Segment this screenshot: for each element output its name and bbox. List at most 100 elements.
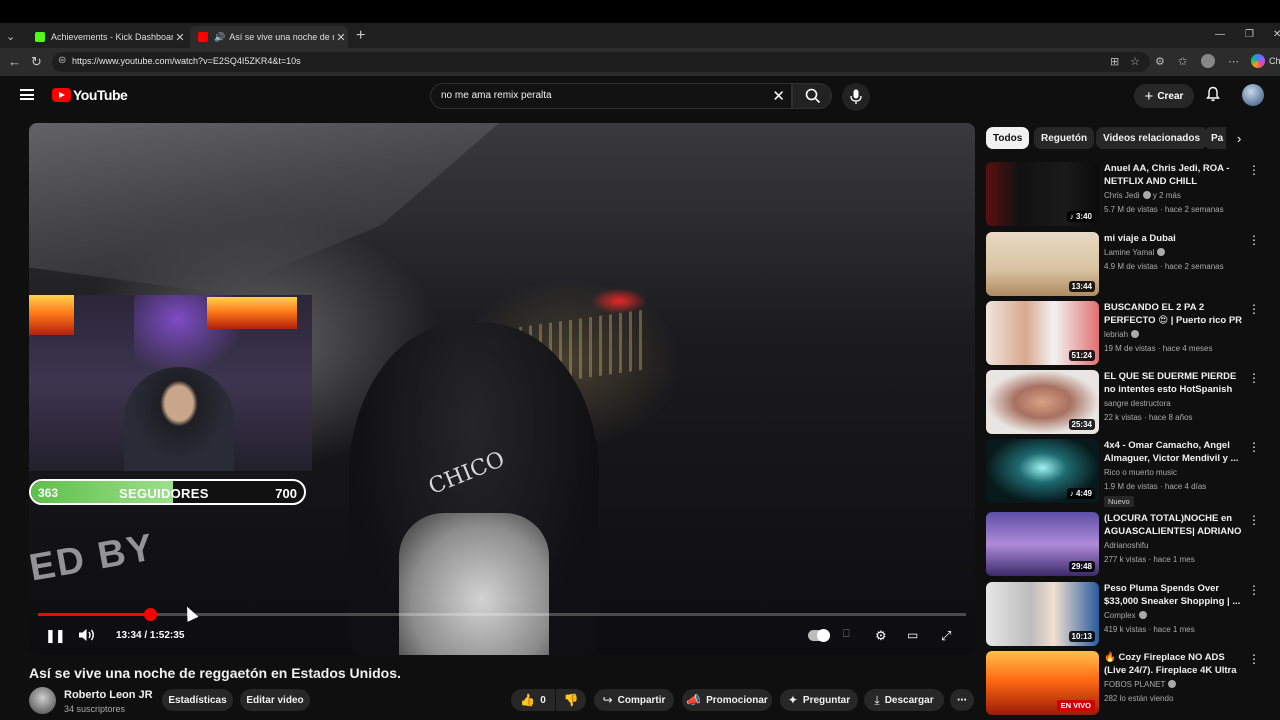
edit-video-button[interactable]: Editar video (240, 689, 310, 711)
chip-regueton[interactable]: Reguetón (1034, 127, 1095, 149)
subtitles-icon[interactable]: ⎕ (843, 628, 850, 641)
video-thumbnail[interactable]: 51:24 (986, 301, 1099, 365)
new-badge: Nuevo (1104, 496, 1134, 507)
share-label: Compartir (617, 694, 666, 706)
account-avatar[interactable] (1242, 84, 1264, 106)
volume-icon[interactable] (78, 628, 96, 642)
search-input[interactable]: no me ama remix peralta ✕ (430, 83, 792, 109)
recommendation-item[interactable]: ♪ 3:40 Anuel AA, Chris Jedi, ROA - NETFL… (986, 162, 1266, 226)
verified-icon (1138, 611, 1147, 619)
follower-goal-bar: 363 SEGUIDORES 700 (29, 479, 306, 505)
voice-search-button[interactable] (842, 83, 870, 111)
settings-gear-icon[interactable]: ⚙ (875, 628, 887, 644)
youtube-play-icon (52, 88, 71, 102)
download-button[interactable]: ⤓ Descargar (864, 689, 944, 711)
recommendation-item[interactable]: 13:44 mi viaje a Dubai Lamine Yamal 4.9 … (986, 232, 1266, 296)
rec-meta: 277 k vistas · hace 1 mes (1104, 555, 1195, 564)
video-thumbnail[interactable]: ♪ 4:49 (986, 439, 1099, 503)
share-button[interactable]: ↪ Compartir (594, 689, 674, 711)
video-thumbnail[interactable]: 13:44 (986, 232, 1099, 296)
channel-avatar[interactable] (29, 687, 56, 714)
recommendation-item[interactable]: EN VIVO 🔥 Cozy Fireplace NO ADS (Live 24… (986, 651, 1266, 715)
chevron-right-icon[interactable]: › (1237, 131, 1241, 146)
video-thumbnail[interactable]: 29:48 (986, 512, 1099, 576)
scrubber-handle[interactable] (144, 608, 158, 621)
extensions-icon[interactable]: ⚙ (1155, 55, 1165, 68)
more-vertical-icon[interactable]: ⋮ (1248, 653, 1260, 665)
more-vertical-icon[interactable]: ⋮ (1248, 164, 1260, 176)
more-vertical-icon[interactable]: ⋮ (1248, 584, 1260, 596)
fullscreen-icon[interactable]: ⤢ (941, 628, 951, 644)
rec-channel: sangre destructora (1104, 399, 1171, 408)
tab-youtube-video[interactable]: 🔊 Así se vive una noche de regg ✕ (190, 26, 348, 48)
close-tab-icon[interactable]: ✕ (173, 31, 187, 44)
rec-title: (LOCURA TOTAL)NOCHE en AGUASCALIENTES| A… (1104, 513, 1242, 537)
copilot-icon[interactable] (1251, 54, 1265, 68)
chip-todos[interactable]: Todos (986, 127, 1030, 149)
audio-icon[interactable]: 🔊 (214, 32, 225, 43)
more-menu-icon[interactable]: ⋯ (1228, 55, 1239, 68)
video-overlay-text: ED BY (29, 526, 158, 590)
chip-partial[interactable]: Pa (1204, 127, 1226, 149)
progress-bar[interactable] (38, 608, 966, 621)
verified-icon (1157, 248, 1166, 256)
chip-related[interactable]: Videos relacionados (1096, 127, 1208, 149)
recommendation-item[interactable]: 10:13 Peso Pluma Spends Over $33,000 Sne… (986, 582, 1266, 646)
ask-button[interactable]: ✦ Preguntar (780, 689, 858, 711)
channel-name[interactable]: Roberto Leon JR (64, 689, 153, 701)
pause-icon[interactable]: ❚❚ (45, 628, 66, 644)
video-player[interactable]: CHICO ED BY 363 SEGUIDORES 700 ❚❚ 13:34 … (29, 123, 975, 655)
tab-label: Achievements - Kick Dashboard (51, 32, 173, 42)
youtube-logo[interactable]: YouTube (52, 87, 128, 103)
more-vertical-icon[interactable]: ⋮ (1248, 303, 1260, 315)
site-info-icon[interactable]: ⊜ (58, 55, 66, 66)
tab-list-icon[interactable]: ⌄ (6, 30, 22, 44)
filter-chips: Todos Reguetón Videos relacionados Pa (986, 127, 1256, 149)
promote-button[interactable]: 📣 Promocionar (682, 689, 772, 711)
url-field[interactable]: ⊜ https://www.youtube.com/watch?v=E2SQ4I… (52, 52, 1150, 72)
tab-kick-dashboard[interactable]: Achievements - Kick Dashboard ✕ (27, 26, 187, 48)
reload-icon[interactable]: ↻ (31, 54, 42, 70)
time-display: 13:34 / 1:52:35 (116, 630, 185, 641)
window-topbar (0, 0, 1280, 23)
theater-mode-icon[interactable]: ▭ (907, 628, 918, 642)
video-frame-ceiling (29, 123, 499, 293)
video-thumbnail[interactable]: EN VIVO (986, 651, 1099, 715)
more-vertical-icon[interactable]: ⋮ (1248, 441, 1260, 453)
megaphone-icon: 📣 (686, 693, 702, 707)
autoplay-toggle[interactable] (808, 629, 830, 642)
app-available-icon[interactable]: ⊞ (1110, 55, 1119, 68)
more-actions-button[interactable]: ⋯ (950, 689, 974, 711)
new-tab-icon[interactable]: + (356, 27, 365, 45)
clear-search-icon[interactable]: ✕ (772, 87, 785, 105)
restore-icon[interactable]: ❐ (1245, 29, 1254, 40)
video-thumbnail[interactable]: 10:13 (986, 582, 1099, 646)
menu-icon[interactable] (20, 89, 34, 100)
video-thumbnail[interactable]: ♪ 3:40 (986, 162, 1099, 226)
follower-goal: 700 (275, 486, 297, 501)
recommendation-item[interactable]: 51:24 BUSCANDO EL 2 PA 2 PERFECTO 😍 | Pu… (986, 301, 1266, 365)
profile-icon[interactable] (1201, 54, 1215, 68)
minimize-icon[interactable]: — (1215, 29, 1225, 40)
recommendation-item[interactable]: ♪ 4:49 4x4 - Omar Camacho, Angel Almague… (986, 439, 1266, 507)
stats-button[interactable]: Estadísticas (162, 689, 233, 711)
notifications-bell-icon[interactable] (1205, 86, 1221, 102)
favorites-icon[interactable]: ✩ (1178, 55, 1187, 68)
favorite-star-icon[interactable]: ☆ (1130, 55, 1140, 68)
verified-icon (1131, 330, 1140, 338)
close-window-icon[interactable]: ✕ (1273, 29, 1280, 40)
more-vertical-icon[interactable]: ⋮ (1248, 372, 1260, 384)
more-vertical-icon[interactable]: ⋮ (1248, 234, 1260, 246)
duration-badge: 51:24 (1068, 350, 1095, 361)
back-icon[interactable]: ← (8, 54, 21, 69)
recommendation-item[interactable]: 29:48 (LOCURA TOTAL)NOCHE en AGUASCALIEN… (986, 512, 1266, 576)
recommendation-item[interactable]: 25:34 EL QUE SE DUERME PIERDE no intente… (986, 370, 1266, 434)
close-tab-icon[interactable]: ✕ (334, 31, 348, 44)
dislike-button[interactable]: 👎 (556, 689, 586, 711)
video-thumbnail[interactable]: 25:34 (986, 370, 1099, 434)
create-button[interactable]: + Crear (1134, 84, 1194, 108)
more-vertical-icon[interactable]: ⋮ (1248, 514, 1260, 526)
rec-meta: 282 lo están viendo (1104, 694, 1174, 703)
like-button[interactable]: 👍 0 (511, 689, 555, 711)
search-button[interactable] (792, 83, 832, 109)
